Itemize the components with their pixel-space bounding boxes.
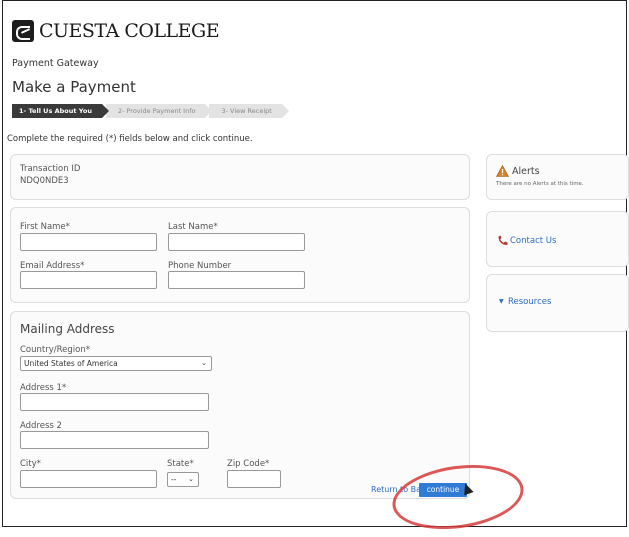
country-selected-value: United States of America: [24, 359, 118, 368]
warning-icon: [496, 165, 509, 177]
gateway-label: Payment Gateway: [12, 58, 99, 69]
triangle-down-icon: ▼: [499, 298, 504, 305]
phone-label: Phone Number: [168, 261, 232, 271]
transaction-id-value: NDQ0NDE3: [20, 176, 69, 186]
transaction-id-label: Transaction ID: [20, 164, 81, 174]
chevron-down-icon: ⌄: [188, 475, 194, 483]
contact-info-panel: First Name* Last Name* Email Address* Ph…: [10, 207, 470, 303]
first-name-input[interactable]: [20, 233, 157, 251]
city-input[interactable]: [20, 470, 157, 488]
mailing-address-panel: Mailing Address Country/Region* United S…: [10, 311, 470, 499]
college-logo: CUESTA COLLEGE: [12, 17, 220, 45]
step-tell-us-about-you: 1- Tell Us About You: [12, 104, 109, 118]
phone-input[interactable]: [168, 271, 305, 289]
address1-input[interactable]: [20, 393, 209, 411]
contact-us-link[interactable]: Contact Us: [510, 236, 556, 246]
contact-us-panel[interactable]: Contact Us: [486, 211, 629, 267]
phone-icon: [498, 235, 508, 245]
address2-label: Address 2: [20, 421, 62, 431]
address1-label: Address 1*: [20, 383, 67, 393]
city-label: City*: [20, 459, 41, 469]
college-logo-icon: [12, 20, 34, 42]
chevron-down-icon: ⌄: [201, 359, 207, 367]
mailing-address-title: Mailing Address: [20, 322, 115, 336]
last-name-label: Last Name*: [168, 222, 218, 232]
college-name: CUESTA COLLEGE: [39, 20, 220, 42]
form-instructions: Complete the required (*) fields below a…: [7, 134, 253, 144]
step-provide-payment-info: 2- Provide Payment Info: [105, 104, 212, 118]
last-name-input[interactable]: [168, 233, 305, 251]
email-input[interactable]: [20, 271, 157, 289]
state-select[interactable]: -- ⌄: [167, 472, 199, 487]
email-label: Email Address*: [20, 261, 85, 271]
country-label: Country/Region*: [20, 345, 90, 355]
page-title: Make a Payment: [12, 78, 136, 96]
alerts-title: Alerts: [512, 166, 540, 177]
progress-steps: 1- Tell Us About You 2- Provide Payment …: [12, 104, 290, 118]
address2-input[interactable]: [20, 431, 209, 449]
country-select[interactable]: United States of America ⌄: [20, 356, 212, 371]
alerts-panel: Alerts There are no Alerts at this time.: [486, 154, 629, 200]
step-view-receipt: 3- View Receipt: [209, 104, 290, 118]
transaction-panel: Transaction ID NDQ0NDE3: [10, 154, 470, 200]
alerts-message: There are no Alerts at this time.: [496, 181, 584, 187]
first-name-label: First Name*: [20, 222, 70, 232]
zip-label: Zip Code*: [227, 459, 270, 469]
resources-link[interactable]: Resources: [508, 297, 551, 307]
resources-panel[interactable]: ▼ Resources: [486, 274, 629, 332]
state-selected-value: --: [171, 475, 177, 484]
zip-input[interactable]: [227, 470, 281, 488]
state-label: State*: [167, 459, 194, 469]
